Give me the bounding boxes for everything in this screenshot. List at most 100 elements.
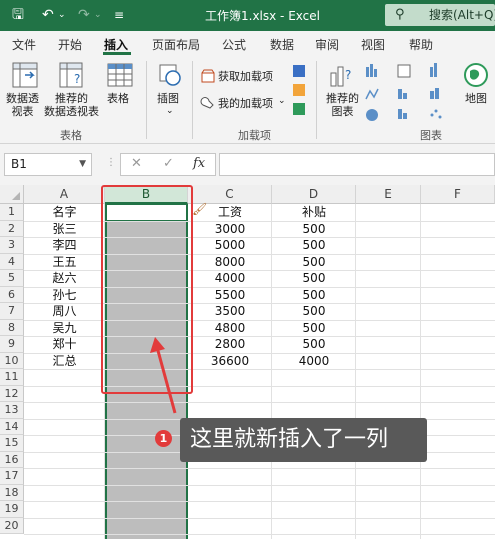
redo-dropdown-icon[interactable]: ⌄ xyxy=(94,6,102,24)
column-header-a[interactable]: A xyxy=(24,185,105,204)
map-button[interactable]: 地图 xyxy=(465,92,487,105)
table-cell[interactable]: 周八 xyxy=(24,303,105,320)
insert-function-icon[interactable]: fx xyxy=(193,156,205,171)
table-cell[interactable]: 3500 xyxy=(188,303,272,320)
my-addins-dropdown-icon[interactable]: ⌄ xyxy=(278,95,286,108)
table-cell[interactable]: 500 xyxy=(272,254,356,271)
table-button[interactable]: 表格 xyxy=(107,92,129,105)
table-cell[interactable]: 张三 xyxy=(24,221,105,238)
row-header[interactable]: 14 xyxy=(0,418,24,435)
cancel-icon[interactable]: ✕ xyxy=(131,156,142,171)
name-box-dropdown-icon[interactable]: ▼ xyxy=(79,154,86,175)
tab-insert[interactable]: 插入 xyxy=(104,36,128,53)
recommended-pivot-icon[interactable]: ? xyxy=(58,61,86,89)
save-icon[interactable]: 🖫 xyxy=(12,6,24,24)
table-cell[interactable]: 500 xyxy=(272,270,356,287)
undo-dropdown-icon[interactable]: ⌄ xyxy=(58,6,66,24)
tab-file[interactable]: 文件 xyxy=(12,36,36,53)
row-header[interactable]: 10 xyxy=(0,352,24,369)
table-icon[interactable] xyxy=(106,61,134,89)
insert-options-icon[interactable]: 🖌 xyxy=(192,202,207,216)
table-cell[interactable]: 王五 xyxy=(24,254,105,271)
row-header[interactable]: 7 xyxy=(0,303,24,320)
row-header[interactable]: 8 xyxy=(0,319,24,336)
select-all-corner[interactable] xyxy=(0,185,24,204)
row-header[interactable]: 15 xyxy=(0,435,24,452)
recommended-charts-icon[interactable]: ? xyxy=(328,61,356,89)
tab-formulas[interactable]: 公式 xyxy=(222,36,246,53)
table-cell[interactable]: 名字 xyxy=(24,204,105,221)
table-cell[interactable]: 500 xyxy=(272,221,356,238)
chart-types-grid[interactable] xyxy=(364,61,460,123)
redo-icon[interactable]: ↷ xyxy=(78,6,90,24)
row-header[interactable]: 6 xyxy=(0,286,24,303)
row-header[interactable]: 9 xyxy=(0,336,24,353)
recommended-charts-button[interactable]: 推荐的 图表 xyxy=(326,92,359,118)
map-icon[interactable] xyxy=(462,61,490,89)
row-header[interactable]: 20 xyxy=(0,517,24,534)
row-header[interactable]: 19 xyxy=(0,501,24,518)
illustrations-icon[interactable] xyxy=(156,61,184,89)
table-cell[interactable]: 吴九 xyxy=(24,320,105,337)
illustrations-button[interactable]: 插图 xyxy=(157,92,179,105)
row-header[interactable]: 3 xyxy=(0,237,24,254)
row-header[interactable]: 12 xyxy=(0,385,24,402)
row-header[interactable]: 13 xyxy=(0,402,24,419)
table-cell[interactable]: 5000 xyxy=(188,237,272,254)
column-header-d[interactable]: D xyxy=(272,185,356,204)
formula-input[interactable] xyxy=(219,153,495,176)
table-cell[interactable]: 3000 xyxy=(188,221,272,238)
row-header[interactable]: 4 xyxy=(0,253,24,270)
table-cell[interactable]: 孙七 xyxy=(24,287,105,304)
name-box-value: B1 xyxy=(11,157,27,171)
pivot-table-button[interactable]: 数据透 视表 xyxy=(6,92,39,118)
bing-icon[interactable] xyxy=(291,82,307,98)
tab-home[interactable]: 开始 xyxy=(58,36,82,53)
customize-icon[interactable]: ≡ xyxy=(114,6,124,24)
table-cell[interactable]: 36600 xyxy=(188,353,272,370)
table-cell[interactable]: 赵六 xyxy=(24,270,105,287)
table-cell[interactable]: 500 xyxy=(272,237,356,254)
visio-icon[interactable] xyxy=(291,63,307,79)
row-header[interactable]: 18 xyxy=(0,484,24,501)
enter-icon[interactable]: ✓ xyxy=(163,156,174,171)
row-header[interactable]: 11 xyxy=(0,369,24,386)
table-cell[interactable]: 500 xyxy=(272,320,356,337)
pivot-table-icon[interactable] xyxy=(11,61,39,89)
tab-data[interactable]: 数据 xyxy=(270,36,294,53)
table-cell[interactable]: 郑十 xyxy=(24,336,105,353)
my-addins-button[interactable]: 我的加载项 xyxy=(218,97,273,110)
table-cell[interactable]: 8000 xyxy=(188,254,272,271)
column-header-e[interactable]: E xyxy=(356,185,421,204)
rec-pivot-label-2: 数据透视表 xyxy=(44,105,99,118)
row-header[interactable]: 2 xyxy=(0,220,24,237)
illustrations-dropdown-icon[interactable]: ⌄ xyxy=(166,105,174,118)
table-cell[interactable]: 5500 xyxy=(188,287,272,304)
get-addins-button[interactable]: 获取加载项 xyxy=(218,70,273,83)
table-cell[interactable]: 4000 xyxy=(188,270,272,287)
people-graph-icon[interactable] xyxy=(291,101,307,117)
table-cell[interactable]: 500 xyxy=(272,336,356,353)
table-cell[interactable]: 4800 xyxy=(188,320,272,337)
row-header[interactable]: 17 xyxy=(0,468,24,485)
row-header[interactable]: 1 xyxy=(0,204,24,221)
table-cell[interactable]: 汇总 xyxy=(24,353,105,370)
row-header[interactable]: 16 xyxy=(0,451,24,468)
table-cell[interactable]: 2800 xyxy=(188,336,272,353)
name-box[interactable]: B1 ▼ xyxy=(4,153,92,176)
tab-page-layout[interactable]: 页面布局 xyxy=(152,36,200,53)
svg-text:?: ? xyxy=(74,72,80,86)
column-header-f[interactable]: F xyxy=(421,185,495,204)
table-cell[interactable]: 500 xyxy=(272,303,356,320)
search-box[interactable]: ⚲ 搜索(Alt+Q) xyxy=(385,4,495,26)
recommended-pivot-button[interactable]: 推荐的 数据透视表 xyxy=(44,92,99,118)
row-header[interactable]: 5 xyxy=(0,270,24,287)
table-cell[interactable]: 李四 xyxy=(24,237,105,254)
table-cell[interactable]: 补贴 xyxy=(272,204,356,221)
tab-help[interactable]: 帮助 xyxy=(409,36,433,53)
table-cell[interactable]: 500 xyxy=(272,287,356,304)
tab-review[interactable]: 审阅 xyxy=(315,36,339,53)
undo-icon[interactable]: ↶ xyxy=(42,6,54,24)
tab-view[interactable]: 视图 xyxy=(361,36,385,53)
table-cell[interactable]: 4000 xyxy=(272,353,356,370)
